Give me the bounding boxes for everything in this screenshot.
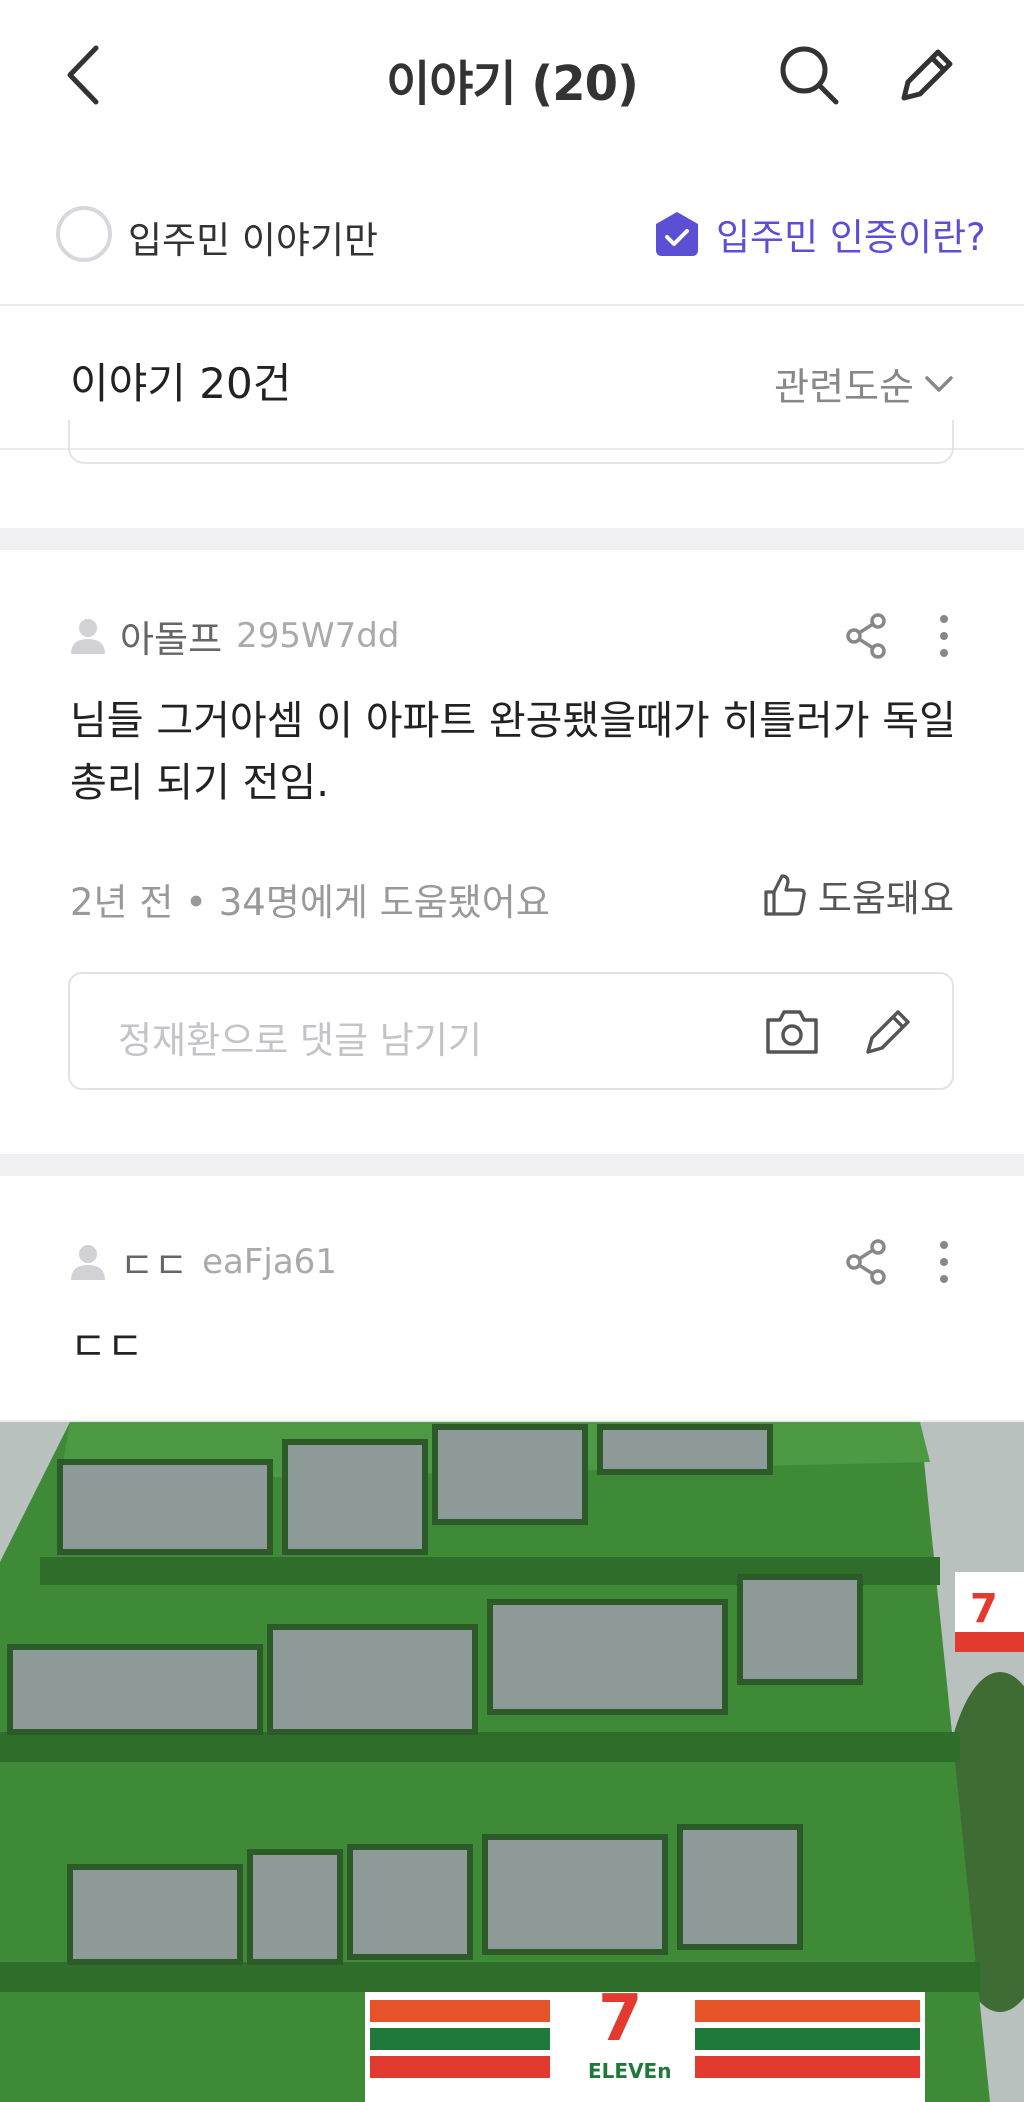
sort-dropdown[interactable]: 관련도순 xyxy=(774,356,954,411)
pencil-icon[interactable] xyxy=(858,1002,918,1062)
pencil-icon[interactable] xyxy=(890,42,960,112)
share-icon[interactable] xyxy=(842,1237,892,1287)
page-title: 이야기 (20) xyxy=(386,56,639,112)
more-vertical-icon[interactable] xyxy=(934,611,954,661)
filter-row: 입주민 이야기만 입주민 인증이란? xyxy=(0,190,1024,300)
top-bar: 이야기 (20) xyxy=(0,0,1024,150)
post-meta: 2년 전 • 34명에게 도움됐어요 xyxy=(70,881,550,924)
post-author-row: ㄷㄷ eaFja61 xyxy=(70,1232,954,1292)
helpful-button[interactable]: 도움돼요 xyxy=(762,868,954,922)
divider xyxy=(0,304,1024,306)
user-icon xyxy=(71,619,105,654)
author-name[interactable]: ㄷㄷ xyxy=(120,1235,188,1289)
previous-comment-box-edge xyxy=(68,420,954,464)
svg-text:7: 7 xyxy=(598,1982,643,2056)
section-gap xyxy=(0,528,1024,550)
section-gap xyxy=(0,1154,1024,1176)
user-icon xyxy=(71,1245,105,1280)
author-name[interactable]: 아돌프 xyxy=(120,609,222,663)
photo-sign-text: ELEVEn xyxy=(588,2059,671,2083)
comment-placeholder: 정재환으로 댓글 남기기 xyxy=(118,1019,482,1062)
post-author-row: 아돌프 295W7dd xyxy=(70,606,954,666)
post-body[interactable]: ㄷㄷ xyxy=(70,1316,960,1378)
resident-only-label[interactable]: 입주민 이야기만 xyxy=(128,210,378,264)
comment-input[interactable]: 정재환으로 댓글 남기기 xyxy=(68,972,954,1090)
author-id: eaFja61 xyxy=(202,1242,337,1282)
camera-icon[interactable] xyxy=(762,1004,822,1060)
author-id: 295W7dd xyxy=(236,616,400,656)
story-count: 이야기 20건 xyxy=(70,359,292,408)
story-list-screen: 이야기 (20) 입주민 이야기만 입주민 인증이란? 이야기 20건 관련도순 xyxy=(0,0,1024,2102)
search-icon[interactable] xyxy=(774,40,844,110)
svg-text:7: 7 xyxy=(970,1586,998,1632)
resident-only-radio[interactable] xyxy=(56,206,112,262)
helpful-label: 도움돼요 xyxy=(817,877,954,920)
post-card: 아돌프 295W7dd 님들 그거아셈 이 아파트 완공됐을때가 히틀러가 독일… xyxy=(0,550,1024,1154)
share-icon[interactable] xyxy=(842,611,892,661)
verify-link-label: 입주민 인증이란? xyxy=(716,216,986,259)
post-body[interactable]: 님들 그거아셈 이 아파트 완공됐을때가 히틀러가 독일 총리 되기 전임. xyxy=(70,690,960,814)
verified-badge-icon xyxy=(656,212,698,256)
post-photo[interactable]: 7 ELEVEn 7 xyxy=(0,1422,1024,2102)
sort-label: 관련도순 xyxy=(774,365,914,409)
more-vertical-icon[interactable] xyxy=(934,1237,954,1287)
post-card: ㄷㄷ eaFja61 ㄷㄷ xyxy=(0,1176,1024,1422)
resident-verify-link[interactable]: 입주민 인증이란? xyxy=(654,206,986,262)
chevron-down-icon xyxy=(925,375,953,392)
thumbs-up-icon xyxy=(764,874,806,916)
